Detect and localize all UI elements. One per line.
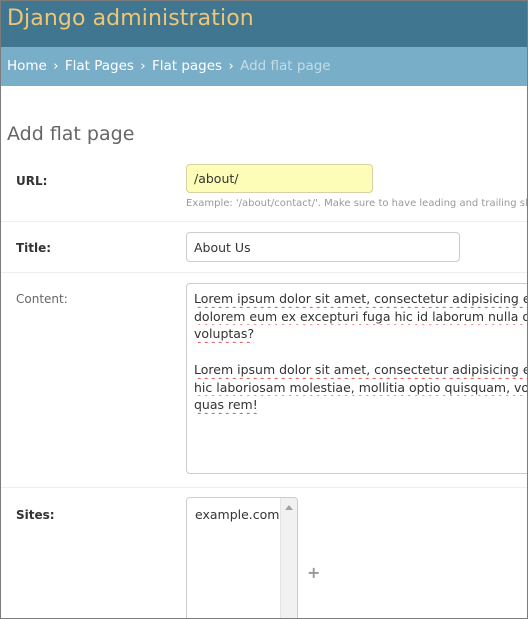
breadcrumb-separator: ›: [53, 58, 59, 74]
content-paragraph: Lorem ipsum dolor sit amet, consectetur …: [194, 290, 528, 343]
breadcrumb-separator: ›: [140, 58, 146, 74]
content-paragraph: Lorem ipsum dolor sit amet, consectetur …: [194, 361, 528, 414]
url-label: URL:: [16, 174, 48, 188]
select-scrollbar[interactable]: [280, 498, 297, 618]
site-option[interactable]: example.com: [195, 507, 279, 523]
row-divider: [1, 272, 527, 273]
content-line: quas rem!: [194, 397, 258, 412]
add-site-plus-icon[interactable]: +: [307, 564, 320, 582]
page-title: Add flat page: [7, 122, 135, 145]
breadcrumb-separator: ›: [228, 58, 234, 74]
content-line: voluptas?: [194, 326, 255, 341]
sites-multiselect[interactable]: example.com: [186, 497, 298, 618]
scroll-up-arrow-icon[interactable]: [285, 505, 293, 510]
breadcrumb: Home › Flat Pages › Flat pages › Add fla…: [1, 47, 527, 86]
content-line: Lorem ipsum dolor sit amet, consectetur …: [194, 291, 528, 306]
breadcrumb-app-link[interactable]: Flat Pages: [65, 58, 134, 74]
url-help-text: Example: '/about/contact/'. Make sure to…: [186, 198, 528, 209]
header-bar: Django administration: [1, 1, 527, 47]
sites-label: Sites:: [16, 508, 55, 522]
content-label: Content:: [16, 292, 68, 306]
content-line: hic laboriosam molestiae, mollitia optio…: [194, 379, 528, 395]
content-line: Lorem ipsum dolor sit amet, consectetur …: [194, 362, 528, 377]
row-divider: [1, 221, 527, 222]
admin-page: Django administration Home › Flat Pages …: [0, 0, 528, 619]
row-divider: [1, 487, 527, 488]
content-textarea[interactable]: Lorem ipsum dolor sit amet, consectetur …: [186, 283, 528, 474]
title-input[interactable]: [186, 232, 460, 262]
title-label: Title:: [16, 241, 52, 255]
breadcrumb-model-link[interactable]: Flat pages: [152, 58, 222, 74]
breadcrumb-home-link[interactable]: Home: [7, 58, 47, 74]
site-brand[interactable]: Django administration: [7, 5, 254, 33]
breadcrumb-current: Add flat page: [240, 58, 331, 74]
url-input[interactable]: [186, 164, 373, 193]
content-line: dolorem eum ex excepturi fuga hic id lab…: [194, 308, 528, 324]
